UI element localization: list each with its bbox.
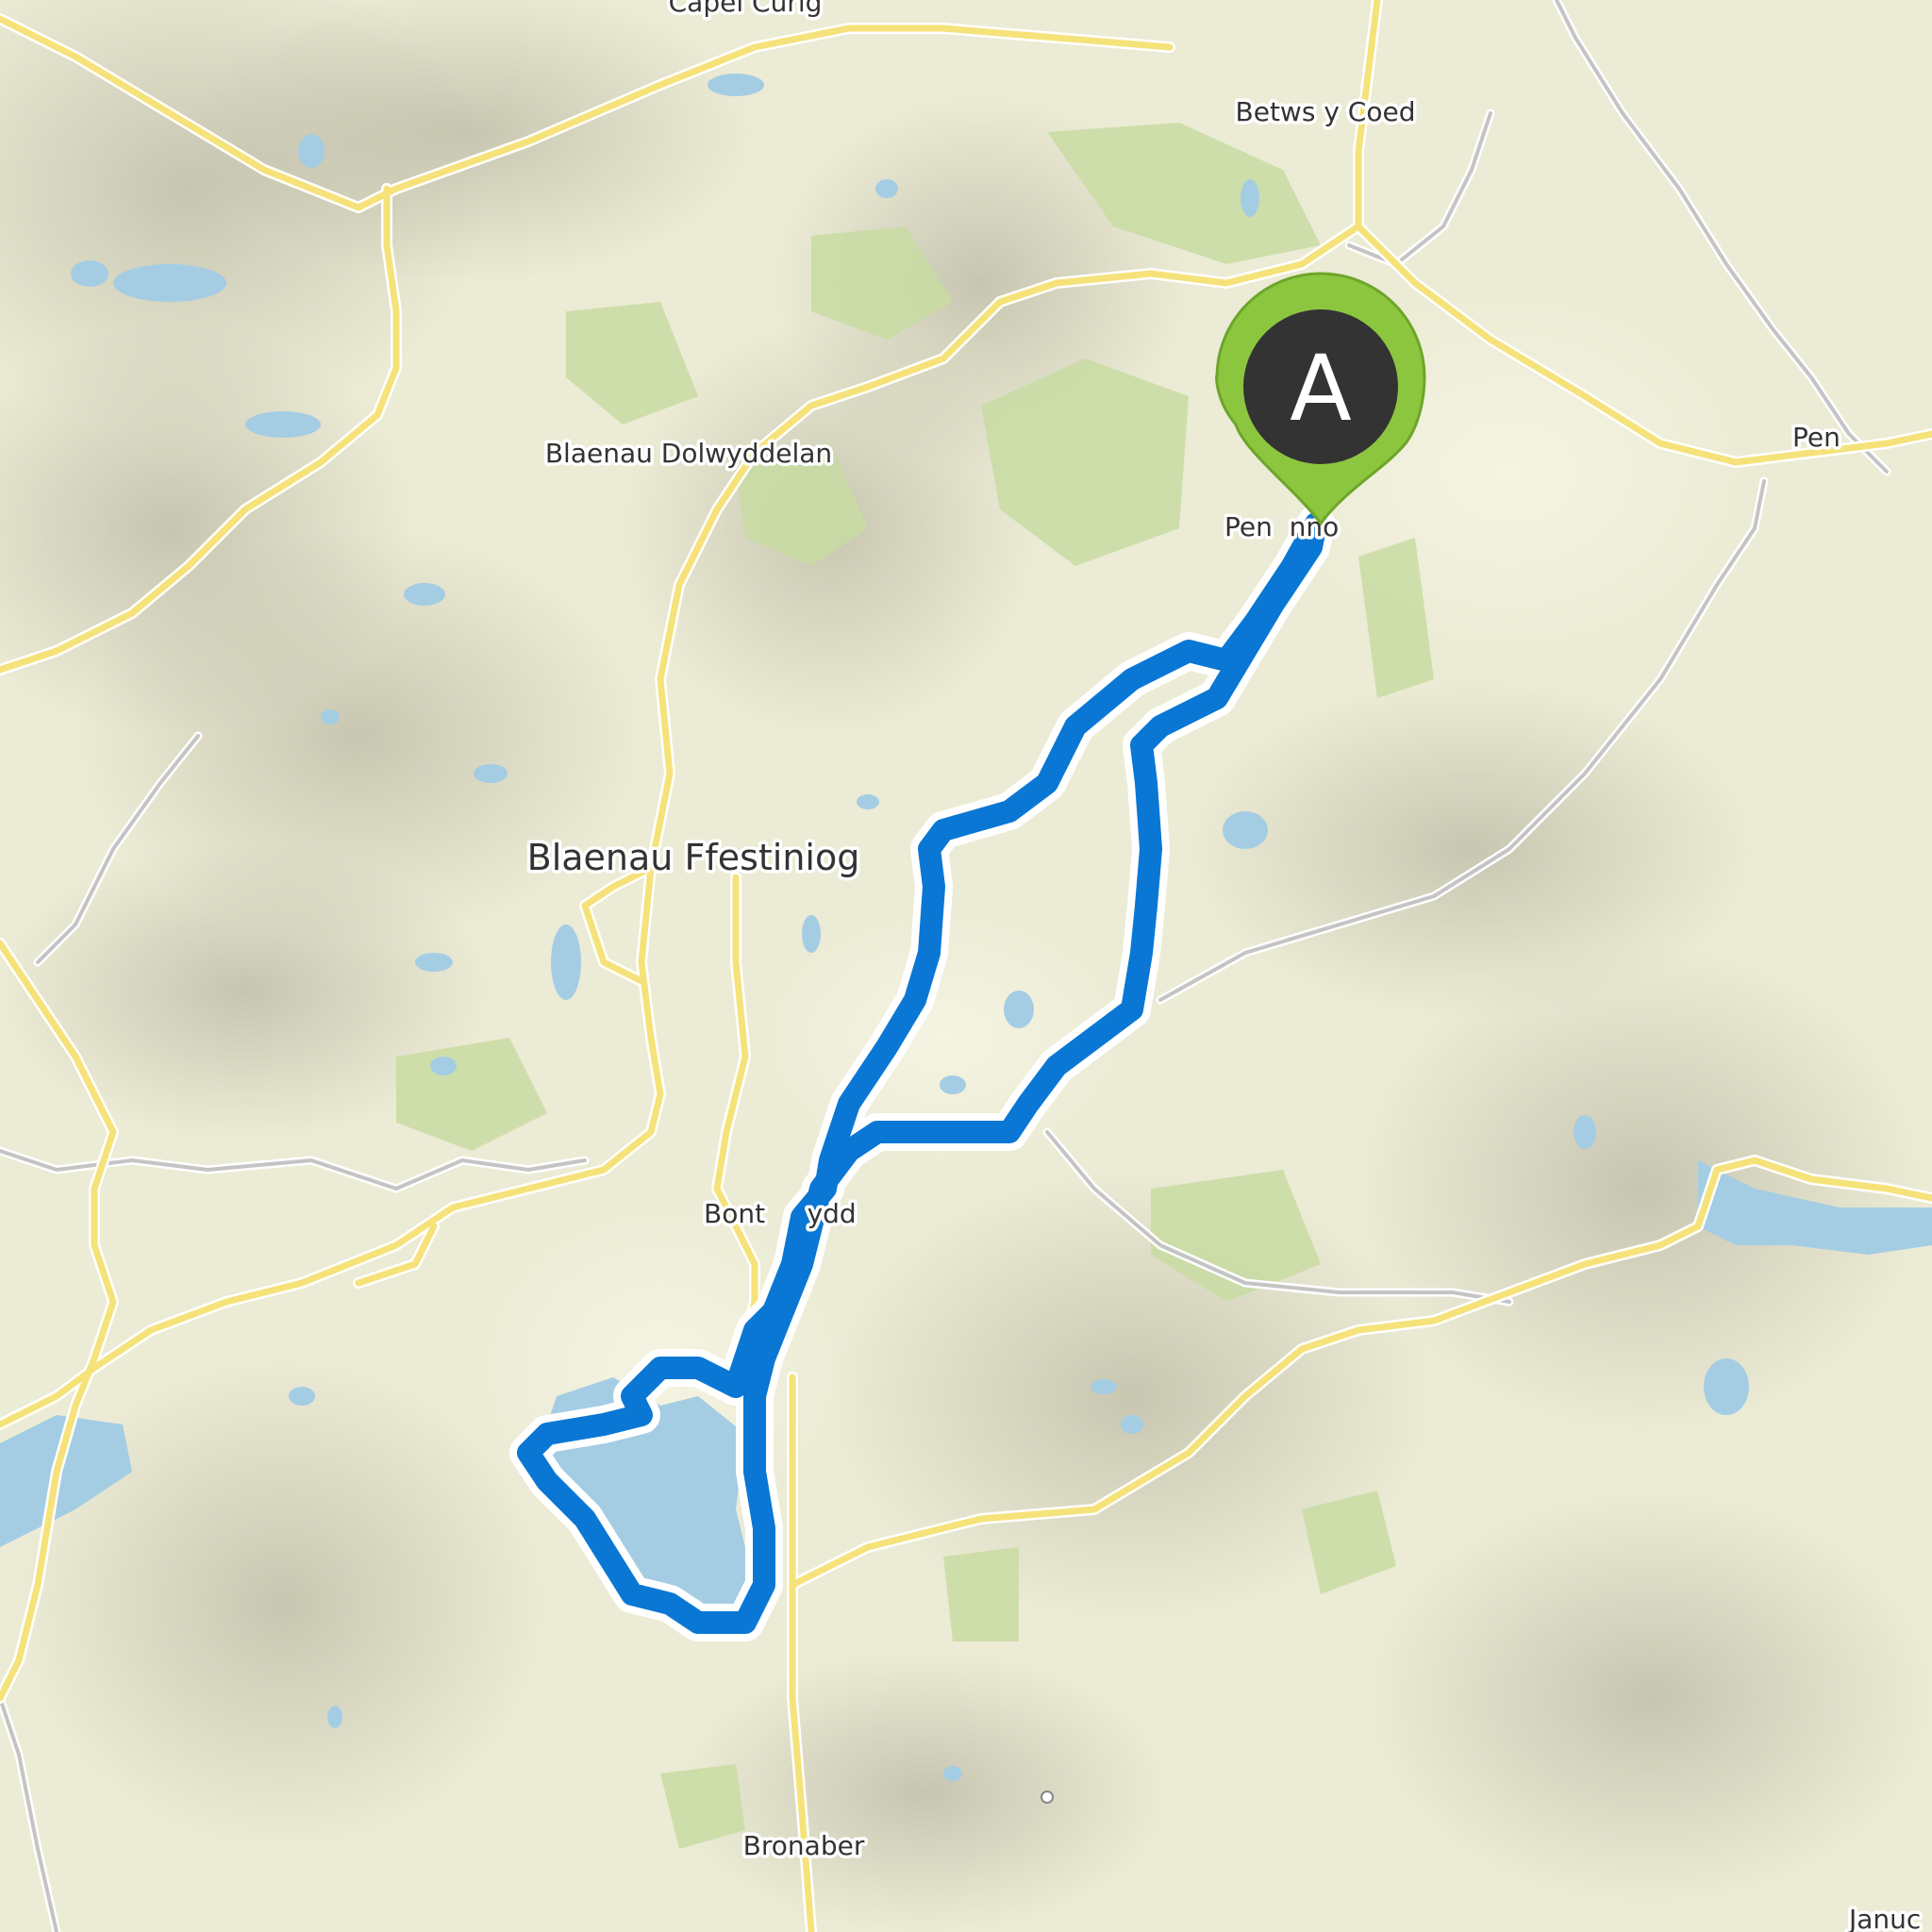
label-betws-y-coed: Betws y Coed: [1236, 96, 1416, 127]
label-pentrefoelas: Pen: [1792, 422, 1840, 453]
point-marker: [1041, 1790, 1054, 1804]
label-blaenau-dolwyddelan: Blaenau Dolwyddelan: [545, 438, 832, 469]
label-blaenau-ffestiniog: Blaenau Ffestiniog: [527, 837, 860, 878]
label-bont-newydd: Bont ydd: [704, 1198, 857, 1229]
label-january: Januc: [1847, 1904, 1921, 1932]
start-marker-letter: A: [1290, 336, 1352, 441]
label-capel-curig: Capel Curig: [669, 0, 823, 18]
map-canvas: Capel Curig Betws y Coed Blaenau Dolwydd…: [0, 0, 1932, 1932]
label-bronaber: Bronaber: [743, 1830, 865, 1861]
map-view[interactable]: Capel Curig Betws y Coed Blaenau Dolwydd…: [0, 0, 1932, 1932]
